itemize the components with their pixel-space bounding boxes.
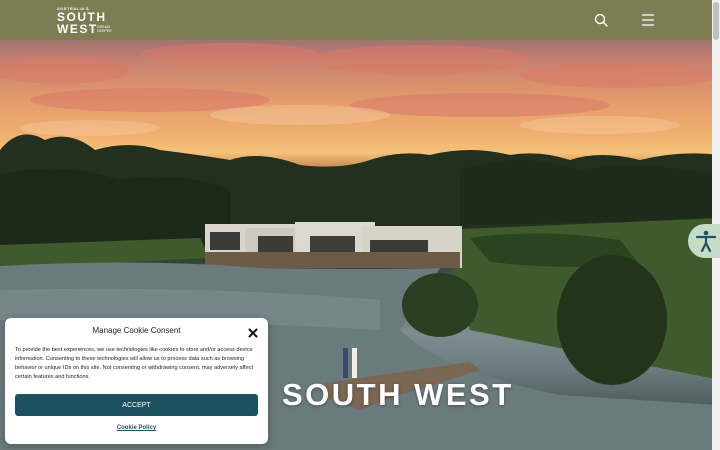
search-button[interactable]	[593, 12, 609, 28]
cookie-policy-link[interactable]: Cookie Policy	[5, 425, 268, 431]
hamburger-menu-icon	[642, 14, 654, 26]
accessibility-button[interactable]	[688, 224, 720, 258]
site-header: AUSTRALIA'S SOUTH WEST DREAM DEEPER	[0, 0, 712, 40]
logo-tagline: DREAM DEEPER	[97, 25, 112, 33]
accept-button[interactable]: ACCEPT	[15, 394, 258, 416]
hero-title: SOUTH WEST	[282, 377, 514, 412]
cookie-close-button[interactable]	[248, 325, 258, 338]
accessibility-person-icon	[695, 230, 717, 253]
cookie-dialog-text: To provide the best experiences, we use …	[15, 347, 254, 380]
logo-line-2: WEST	[57, 22, 98, 36]
cookie-consent-dialog: Manage Cookie Consent To provide the bes…	[5, 318, 268, 444]
search-icon	[594, 13, 608, 27]
site-logo[interactable]: AUSTRALIA'S SOUTH WEST DREAM DEEPER	[57, 6, 127, 36]
menu-button[interactable]	[640, 12, 656, 28]
cookie-dialog-title: Manage Cookie Consent	[92, 326, 181, 335]
scrollbar-thumb[interactable]	[713, 2, 719, 40]
close-icon	[248, 328, 258, 338]
villa-buildings	[205, 222, 462, 268]
